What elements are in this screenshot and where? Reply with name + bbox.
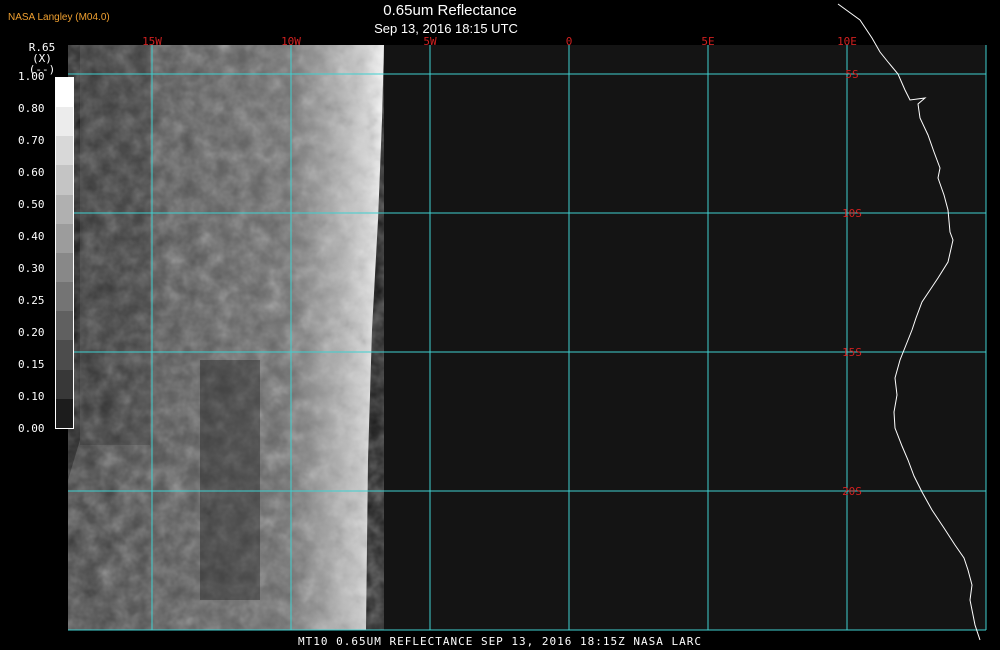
longitude-label: 15W xyxy=(142,35,162,48)
legend-swatch xyxy=(56,311,73,341)
legend-tick-label: 1.00 xyxy=(18,70,45,83)
legend-swatch xyxy=(56,340,73,370)
legend-swatch xyxy=(56,78,73,108)
legend-tick-label: 0.20 xyxy=(18,326,45,339)
latitude-label: 10S xyxy=(842,207,862,220)
longitude-label: 5E xyxy=(701,35,714,48)
legend-swatch xyxy=(56,398,73,428)
legend-tick-label: 0.15 xyxy=(18,358,45,371)
legend-swatch xyxy=(56,223,73,253)
legend-color-bar xyxy=(55,77,74,429)
legend-tick-label: 0.50 xyxy=(18,198,45,211)
legend-tick-label: 0.70 xyxy=(18,134,45,147)
legend-tick-label: 0.25 xyxy=(18,294,45,307)
legend-tick-label: 0.30 xyxy=(18,262,45,275)
latitude-label: 15S xyxy=(842,346,862,359)
legend-tick-label: 0.10 xyxy=(18,390,45,403)
legend-tick-label: 0.40 xyxy=(18,230,45,243)
legend-swatch xyxy=(56,282,73,312)
longitude-label: 10E xyxy=(837,35,857,48)
page-title: 0.65um Reflectance xyxy=(383,2,517,19)
latitude-label: 5S xyxy=(845,68,858,81)
legend-swatch xyxy=(56,369,73,399)
longitude-label: 0 xyxy=(566,35,573,48)
legend-tick-label: 0.80 xyxy=(18,102,45,115)
legend-tick-label: 0.60 xyxy=(18,166,45,179)
legend-swatch xyxy=(56,165,73,195)
legend-swatch xyxy=(56,136,73,166)
footer-caption: MT10 0.65UM REFLECTANCE SEP 13, 2016 18:… xyxy=(298,635,702,648)
legend-swatch xyxy=(56,252,73,283)
legend-swatch xyxy=(56,194,73,224)
cloud-imagery xyxy=(68,45,384,630)
latitude-label: 20S xyxy=(842,485,862,498)
satellite-map: 15W 10W 5W 0 5E 10E 5S 10S 15S 20S xyxy=(68,3,987,641)
longitude-label: 10W xyxy=(281,35,301,48)
legend-swatch xyxy=(56,107,73,137)
page-subtitle: Sep 13, 2016 18:15 UTC xyxy=(374,21,518,36)
legend-tick-label: 0.00 xyxy=(18,422,45,435)
longitude-label: 5W xyxy=(423,35,437,48)
